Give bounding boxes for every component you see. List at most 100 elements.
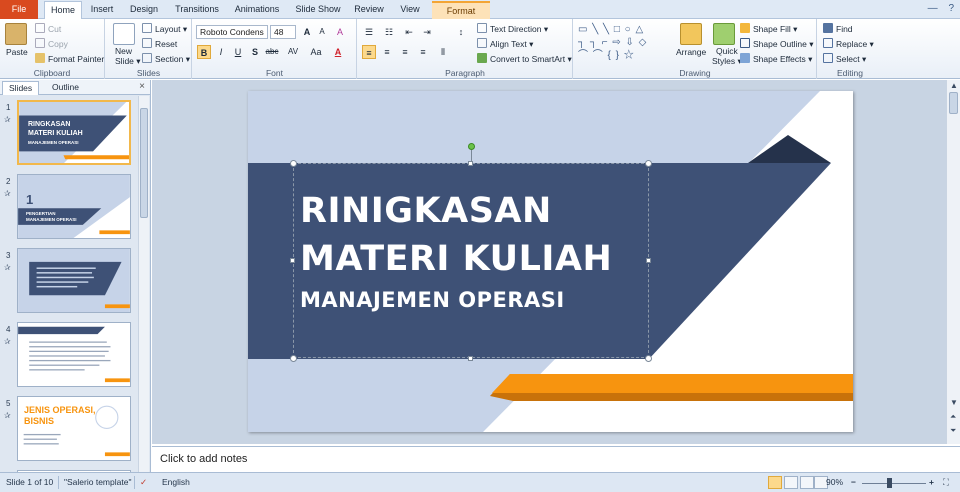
tab-home[interactable]: Home — [44, 1, 82, 20]
slides-pane-scrollbar[interactable] — [138, 96, 149, 472]
columns-icon[interactable]: ⫴ — [436, 45, 450, 59]
normal-view-button[interactable] — [768, 476, 782, 489]
shrink-font-button[interactable]: A — [315, 25, 329, 39]
tab-insert[interactable]: Insert — [84, 1, 120, 19]
rotate-handle[interactable] — [468, 143, 475, 150]
align-text-button[interactable]: Align Text ▾ — [477, 38, 533, 50]
tab-view[interactable]: View — [394, 1, 426, 19]
slide-thumbnail-row[interactable]: 1 ✰ RINGKASAN MATERI KULIAH MANAJEMEN OP… — [0, 100, 138, 170]
next-slide-icon[interactable]: ⏷ — [950, 426, 956, 436]
resize-handle-top-right[interactable] — [645, 160, 652, 167]
font-size-select[interactable]: 48 — [270, 25, 296, 39]
shapes-gallery[interactable]: ▭ ╲ ╲ □ ○ △ ┐ ┐ ⌐ ⇨ ⇩ ◇ ⌒ ⌒ { } ☆ — [578, 23, 668, 65]
arrange-button[interactable]: Arrange — [676, 47, 706, 57]
resize-handle-right[interactable] — [646, 258, 651, 263]
copy-button[interactable]: Copy — [35, 38, 68, 49]
reset-button[interactable]: Reset — [142, 38, 177, 49]
convert-smartart-button[interactable]: Convert to SmartArt ▾ — [477, 53, 572, 65]
zoom-level[interactable]: 90% — [826, 477, 843, 487]
decrease-indent-icon[interactable]: ⇤ — [402, 25, 416, 39]
slide-thumbnail-row[interactable]: 3 ✰ — [0, 248, 138, 318]
tab-format[interactable]: Format — [432, 1, 490, 19]
font-color-button[interactable]: A — [331, 45, 345, 59]
scrollbar-thumb[interactable] — [949, 92, 958, 114]
resize-handle-top[interactable] — [468, 161, 473, 166]
theme-name-status[interactable]: "Salerio template" — [64, 477, 131, 487]
reading-view-button[interactable] — [800, 476, 814, 489]
section-button[interactable]: Section ▾ — [142, 53, 190, 65]
slide-canvas[interactable]: RINIGKASAN MATERI KULIAH MANAJEMEN OPERA… — [248, 91, 853, 432]
character-spacing-button[interactable]: AV — [283, 45, 303, 59]
cut-button[interactable]: Cut — [35, 23, 61, 34]
editor-vertical-scrollbar[interactable]: ▲ ▼ ⏶ ⏷ — [946, 80, 960, 444]
previous-slide-icon[interactable]: ⏶ — [950, 412, 956, 422]
strikethrough-button[interactable]: abc — [263, 45, 281, 59]
numbering-icon[interactable]: ☷ — [382, 25, 396, 39]
bold-button[interactable]: B — [197, 45, 211, 59]
justify-button[interactable]: ≡ — [416, 45, 430, 59]
select-button[interactable]: Select ▾ — [823, 53, 866, 65]
paste-button[interactable]: Paste — [6, 47, 28, 57]
clear-formatting-button[interactable]: A — [333, 25, 347, 39]
format-painter-button[interactable]: Format Painter — [35, 53, 104, 64]
zoom-slider-track[interactable] — [862, 483, 926, 484]
change-case-button[interactable]: Aa — [306, 45, 326, 59]
zoom-out-icon[interactable]: − — [851, 477, 856, 487]
resize-handle-bottom-left[interactable] — [290, 355, 297, 362]
selected-textbox[interactable] — [293, 163, 649, 358]
shape-fill-button[interactable]: Shape Fill ▾ — [740, 23, 797, 35]
tab-outline[interactable]: Outline — [46, 81, 85, 95]
text-direction-button[interactable]: Text Direction ▾ — [477, 23, 548, 35]
resize-handle-top-left[interactable] — [290, 160, 297, 167]
slide-thumbnail-row[interactable]: 2 ✰ 1 PENGERTIAN MANAJEMEN OPERASI — [0, 174, 138, 244]
shadow-button[interactable]: S — [248, 45, 262, 59]
close-pane-icon[interactable]: × — [139, 81, 145, 92]
slide-thumbnail[interactable] — [17, 248, 131, 313]
tab-file[interactable]: File — [0, 0, 38, 19]
notes-pane[interactable]: Click to add notes — [152, 446, 960, 472]
proofing-icon[interactable]: ✓ — [140, 477, 147, 488]
scroll-up-icon[interactable]: ▲ — [950, 81, 958, 90]
resize-handle-left[interactable] — [290, 258, 295, 263]
resize-handle-bottom-right[interactable] — [645, 355, 652, 362]
slide-thumbnail[interactable]: 1 PENGERTIAN MANAJEMEN OPERASI — [17, 174, 131, 239]
shape-outline-button[interactable]: Shape Outline ▾ — [740, 38, 814, 50]
language-status[interactable]: English — [162, 477, 190, 487]
zoom-slider-thumb[interactable] — [887, 478, 892, 488]
align-right-button[interactable]: ≡ — [398, 45, 412, 59]
scrollbar-thumb[interactable] — [140, 108, 148, 218]
underline-button[interactable]: U — [231, 45, 245, 59]
grow-font-button[interactable]: A — [300, 25, 314, 39]
slide-thumbnail[interactable] — [17, 322, 131, 387]
shape-effects-button[interactable]: Shape Effects ▾ — [740, 53, 812, 65]
notes-placeholder[interactable]: Click to add notes — [160, 453, 247, 465]
tab-design[interactable]: Design — [124, 1, 164, 19]
slide-thumbnail-row[interactable]: 4 ✰ — [0, 322, 138, 392]
font-name-select[interactable]: Roboto Condens — [196, 25, 268, 39]
orange-stripe-shape[interactable] — [492, 374, 853, 393]
slide-thumbnail-row[interactable]: 5 ✰ JENIS OPERASI, BISNIS — [0, 396, 138, 466]
tab-slides[interactable]: Slides — [2, 81, 40, 95]
slide-sorter-view-button[interactable] — [784, 476, 798, 489]
bullets-icon[interactable]: ☰ — [362, 25, 376, 39]
italic-button[interactable]: I — [214, 45, 228, 59]
quick-styles-button[interactable]: Quick Styles ▾ — [712, 46, 742, 67]
increase-indent-icon[interactable]: ⇥ — [420, 25, 434, 39]
help-icon[interactable]: ? — [948, 3, 954, 14]
minimize-ribbon-icon[interactable]: — — [928, 3, 938, 14]
slide-thumbnail[interactable]: JENIS OPERASI, BISNIS — [17, 396, 131, 461]
tab-slide-show[interactable]: Slide Show — [290, 1, 346, 19]
tab-review[interactable]: Review — [350, 1, 388, 19]
find-button[interactable]: Find — [823, 23, 853, 34]
layout-button[interactable]: Layout ▾ — [142, 23, 187, 35]
zoom-in-icon[interactable]: + — [929, 477, 934, 487]
tab-transitions[interactable]: Transitions — [170, 1, 224, 19]
line-spacing-icon[interactable]: ↕ — [454, 25, 468, 39]
scroll-down-icon[interactable]: ▼ — [950, 398, 958, 407]
fit-to-window-icon[interactable]: ⛶ — [943, 477, 949, 488]
slide-thumbnail[interactable]: RINGKASAN MATERI KULIAH MANAJEMEN OPERAS… — [17, 100, 131, 165]
replace-button[interactable]: Replace ▾ — [823, 38, 874, 50]
align-center-button[interactable]: ≡ — [380, 45, 394, 59]
resize-handle-bottom[interactable] — [468, 356, 473, 361]
tab-animations[interactable]: Animations — [230, 1, 284, 19]
